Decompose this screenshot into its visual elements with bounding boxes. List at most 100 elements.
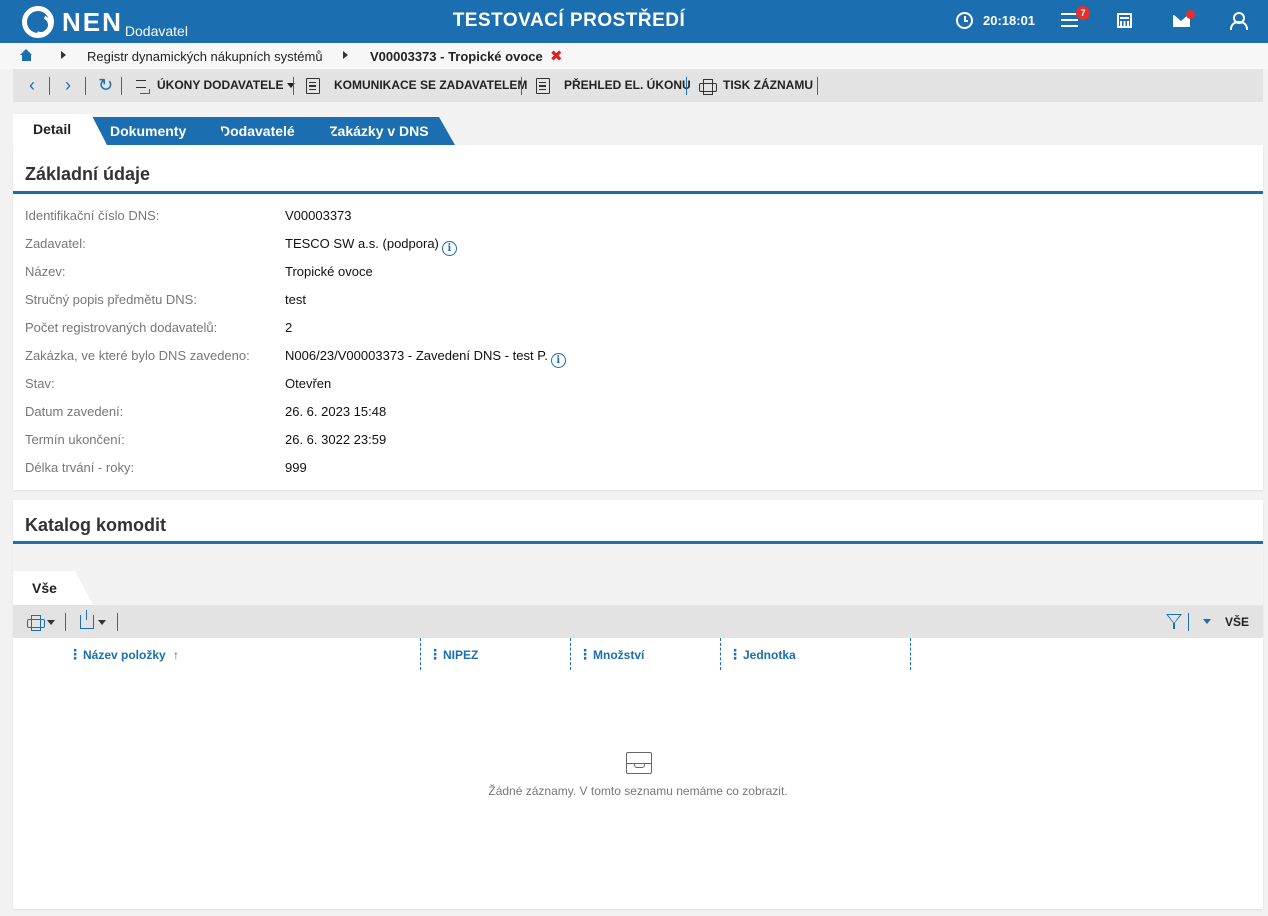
tab-vse[interactable]: Vše bbox=[13, 571, 93, 605]
empty-inbox-icon bbox=[625, 752, 652, 774]
field-row: Délka trvání - roky: 999 bbox=[25, 460, 1225, 480]
mail-unread-dot bbox=[1186, 10, 1195, 19]
chevron-down-icon[interactable] bbox=[1203, 619, 1211, 624]
document-icon bbox=[306, 78, 320, 94]
filter-icon-stem bbox=[1173, 623, 1175, 629]
grid-toolbar: VŠE bbox=[13, 605, 1263, 638]
toolbar-separator bbox=[817, 77, 818, 95]
column-separator[interactable] bbox=[420, 638, 421, 670]
field-value: 999 bbox=[285, 460, 307, 475]
info-icon[interactable]: i bbox=[441, 241, 457, 256]
field-row: Stručný popis předmětu DNS: test bbox=[25, 292, 1225, 312]
actions-icon bbox=[136, 79, 150, 94]
tisk-zaznamu-button[interactable]: TISK ZÁZNAMU bbox=[723, 78, 813, 92]
tab-detail[interactable]: Detail bbox=[13, 114, 107, 145]
field-label: Zadavatel: bbox=[25, 236, 86, 251]
column-label: Jednotka bbox=[743, 648, 796, 662]
column-menu-icon[interactable]: ⋮ bbox=[578, 647, 592, 661]
komunikace-button[interactable]: KOMUNIKACE SE ZADAVATELEM bbox=[334, 78, 527, 92]
app-header: NEN Dodavatel TESTOVACÍ PROSTŘEDÍ 20:18:… bbox=[0, 0, 1268, 43]
chevron-down-icon[interactable] bbox=[47, 620, 55, 625]
breadcrumb-item-registr[interactable]: Registr dynamických nákupních systémů bbox=[87, 49, 323, 64]
column-separator[interactable] bbox=[910, 638, 911, 670]
field-row: Zadavatel: TESCO SW a.s. (podpora) i bbox=[25, 236, 1225, 256]
clock-icon bbox=[956, 12, 973, 29]
info-icon[interactable]: i bbox=[550, 353, 566, 368]
field-label: Datum zavedení: bbox=[25, 404, 124, 419]
column-menu-icon[interactable]: ⋮ bbox=[728, 647, 742, 661]
chevron-down-icon bbox=[287, 83, 296, 88]
field-label: Název: bbox=[25, 264, 66, 279]
field-value: 26. 6. 2023 15:48 bbox=[285, 404, 387, 419]
toolbar-separator bbox=[1188, 613, 1189, 631]
panel-title-katalog: Katalog komodit bbox=[25, 515, 167, 535]
column-header-nazev[interactable]: ⋮ Název položky ↑ bbox=[68, 638, 418, 670]
export-icon[interactable] bbox=[80, 610, 94, 629]
toolbar-separator bbox=[121, 77, 122, 95]
column-header-jednotka[interactable]: ⋮ Jednotka bbox=[728, 638, 908, 670]
record-toolbar: ‹ › ↻ ÚKONY DODAVATELE KOMUNIKACE SE ZAD… bbox=[13, 69, 1263, 102]
field-value: Tropické ovoce bbox=[285, 264, 373, 279]
toolbar-separator bbox=[117, 613, 118, 631]
user-icon[interactable] bbox=[1230, 12, 1248, 30]
breadcrumb-arrow-icon bbox=[61, 51, 66, 59]
field-value: 2 bbox=[285, 320, 293, 335]
session-clock: 20:18:01 bbox=[956, 12, 1035, 29]
field-row: Název: Tropické ovoce bbox=[25, 264, 1225, 284]
empty-state-message: Žádné záznamy. V tomto seznamu nemáme co… bbox=[488, 784, 788, 798]
field-value: 26. 6. 3022 23:59 bbox=[285, 432, 387, 447]
field-label: Délka trvání - roky: bbox=[25, 460, 135, 475]
forward-button[interactable]: › bbox=[65, 75, 71, 95]
notification-badge: 7 bbox=[1076, 6, 1090, 20]
field-label: Identifikační číslo DNS: bbox=[25, 208, 160, 223]
zakladni-udaje-panel: Základní údaje Identifikační číslo DNS: … bbox=[13, 145, 1263, 490]
refresh-button[interactable]: ↻ bbox=[98, 75, 113, 95]
view-all-button[interactable]: VŠE bbox=[1225, 615, 1249, 629]
column-separator[interactable] bbox=[570, 638, 571, 670]
column-header-mnozstvi[interactable]: ⋮ Množství bbox=[578, 638, 718, 670]
print-icon bbox=[699, 79, 717, 95]
field-value-zakazka: N006/23/V00003373 - Zavedení DNS - test … bbox=[285, 348, 566, 368]
subtab-strip bbox=[13, 544, 1263, 605]
field-label: Počet registrovaných dodavatelů: bbox=[25, 320, 218, 335]
panel-title-underline bbox=[13, 191, 1263, 194]
ukony-dodavatele-button[interactable]: ÚKONY DODAVATELE bbox=[157, 78, 296, 92]
close-tab-icon[interactable]: ✖ bbox=[550, 47, 563, 65]
prehled-ukonu-button[interactable]: PŘEHLED EL. ÚKONU bbox=[564, 78, 691, 92]
column-separator[interactable] bbox=[720, 638, 721, 670]
field-value: V00003373 bbox=[285, 208, 352, 223]
katalog-komodit-panel: Katalog komodit Vše VŠE ⋮ Název položky … bbox=[13, 500, 1263, 909]
document-icon bbox=[536, 78, 550, 94]
column-menu-icon[interactable]: ⋮ bbox=[68, 647, 82, 661]
home-icon[interactable] bbox=[20, 49, 33, 61]
field-row: Identifikační číslo DNS: V00003373 bbox=[25, 208, 1225, 228]
zadavatel-value: TESCO SW a.s. (podpora) bbox=[285, 236, 439, 251]
breadcrumb: Registr dynamických nákupních systémů V0… bbox=[0, 43, 1268, 69]
column-label: Název položky ↑ bbox=[83, 648, 179, 662]
clock-time: 20:18:01 bbox=[983, 13, 1036, 28]
panel-title-zakladni: Základní údaje bbox=[25, 164, 151, 184]
back-button[interactable]: ‹ bbox=[29, 75, 35, 95]
toolbar-separator bbox=[686, 77, 687, 95]
column-header-nipez[interactable]: ⋮ NIPEZ bbox=[428, 638, 568, 670]
print-icon[interactable] bbox=[27, 615, 45, 631]
ukony-dodavatele-label: ÚKONY DODAVATELE bbox=[157, 78, 284, 92]
toolbar-separator bbox=[65, 613, 66, 631]
field-row: Zakázka, ve které bylo DNS zavedeno: N00… bbox=[25, 348, 1225, 368]
sort-asc-icon: ↑ bbox=[173, 648, 180, 662]
field-row: Datum zavedení: 26. 6. 2023 15:48 bbox=[25, 404, 1225, 424]
field-row: Termín ukončení: 26. 6. 3022 23:59 bbox=[25, 432, 1225, 452]
toolbar-separator bbox=[85, 77, 86, 95]
field-row: Počet registrovaných dodavatelů: 2 bbox=[25, 320, 1225, 340]
column-menu-icon[interactable]: ⋮ bbox=[428, 647, 442, 661]
chevron-down-icon[interactable] bbox=[98, 620, 106, 625]
calculator-icon[interactable] bbox=[1117, 13, 1132, 28]
field-label: Stručný popis předmětu DNS: bbox=[25, 292, 197, 307]
tab-dokumenty[interactable]: Dokumenty bbox=[92, 117, 230, 145]
toolbar-separator bbox=[49, 77, 50, 95]
column-label: Množství bbox=[593, 648, 645, 662]
field-value: Otevřen bbox=[285, 376, 332, 391]
field-label: Stav: bbox=[25, 376, 55, 391]
field-value-zadavatel: TESCO SW a.s. (podpora) i bbox=[285, 236, 457, 256]
zakazka-value: N006/23/V00003373 - Zavedení DNS - test … bbox=[285, 348, 548, 363]
